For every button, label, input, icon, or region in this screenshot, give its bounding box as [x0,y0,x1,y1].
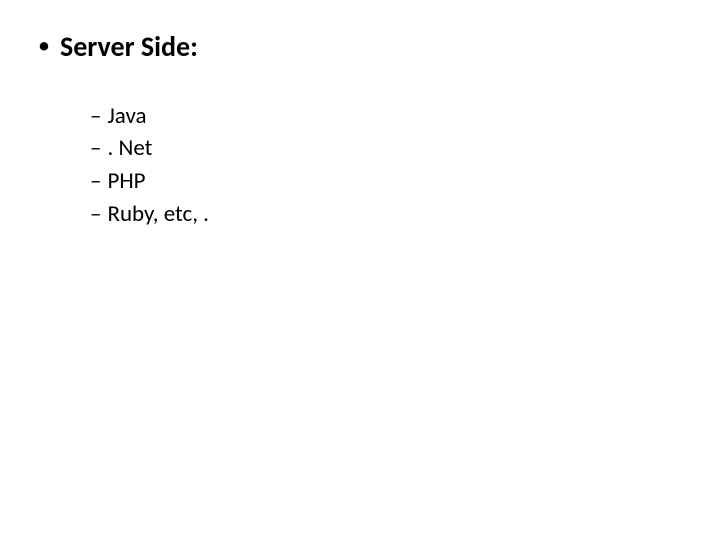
list-item: – Ruby, etc, . [90,200,720,229]
main-bullet-item: • Server Side: [38,30,720,64]
sub-list: – Java – . Net – PHP – Ruby, etc, . [90,102,720,229]
sub-item-label: . Net [107,134,152,163]
sub-item-label: Ruby, etc, . [107,200,208,229]
bullet-icon: • [38,32,50,61]
dash-icon: – [90,200,101,229]
main-title: Server Side: [60,30,198,64]
sub-item-label: PHP [107,167,145,196]
dash-icon: – [90,167,101,196]
list-item: – Java [90,102,720,131]
dash-icon: – [90,134,101,163]
list-item: – PHP [90,167,720,196]
sub-item-label: Java [107,102,146,131]
dash-icon: – [90,102,101,131]
list-item: – . Net [90,134,720,163]
